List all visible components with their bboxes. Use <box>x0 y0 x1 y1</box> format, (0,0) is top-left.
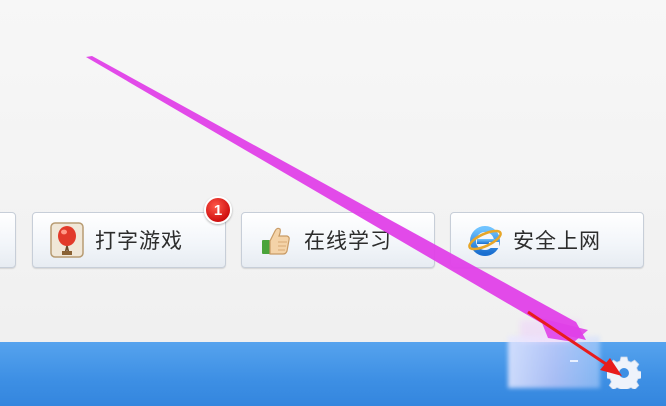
blurred-region <box>508 336 600 388</box>
tile-typing-game[interactable]: 打字游戏 <box>32 212 226 268</box>
thumbs-up-icon <box>258 222 294 258</box>
tile-partial[interactable] <box>0 212 16 268</box>
minimize-icon[interactable] <box>570 360 578 362</box>
tile-label: 在线学习 <box>304 229 392 253</box>
balloon-icon <box>49 222 85 258</box>
tile-online-study[interactable]: 在线学习 <box>241 212 435 268</box>
notification-badge: 1 <box>204 196 232 224</box>
tile-label: 打字游戏 <box>95 229 183 253</box>
gear-icon <box>607 356 641 389</box>
settings-button[interactable] <box>604 352 644 392</box>
tile-safe-browsing[interactable]: 安全上网 <box>450 212 644 268</box>
content-area <box>0 0 666 342</box>
ie-browser-icon <box>467 222 503 258</box>
tile-label: 安全上网 <box>513 229 601 253</box>
